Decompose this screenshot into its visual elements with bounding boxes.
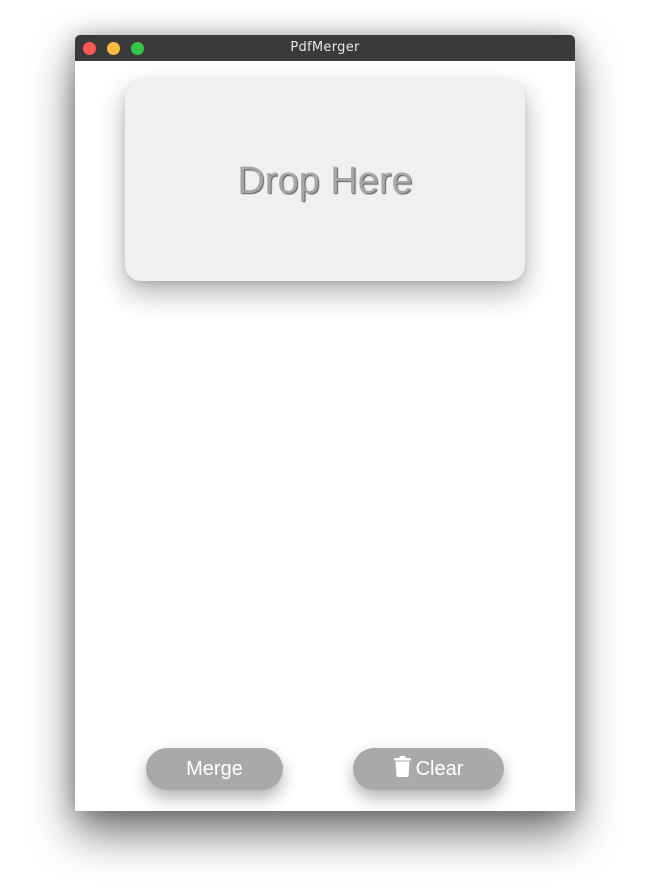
window-title: PdfMerger [290,40,360,55]
clear-button[interactable]: Clear [353,748,504,790]
drop-zone[interactable]: Drop Here [125,81,525,281]
clear-button-label: Clear [415,757,464,780]
merge-button-label: Merge [186,757,243,780]
trash-icon [393,755,411,783]
drop-zone-label: Drop Here [237,159,413,202]
merge-button[interactable]: Merge [146,748,283,790]
title-bar[interactable]: PdfMerger [75,35,575,61]
app-window: PdfMerger Drop Here Merge Clear [75,35,575,811]
